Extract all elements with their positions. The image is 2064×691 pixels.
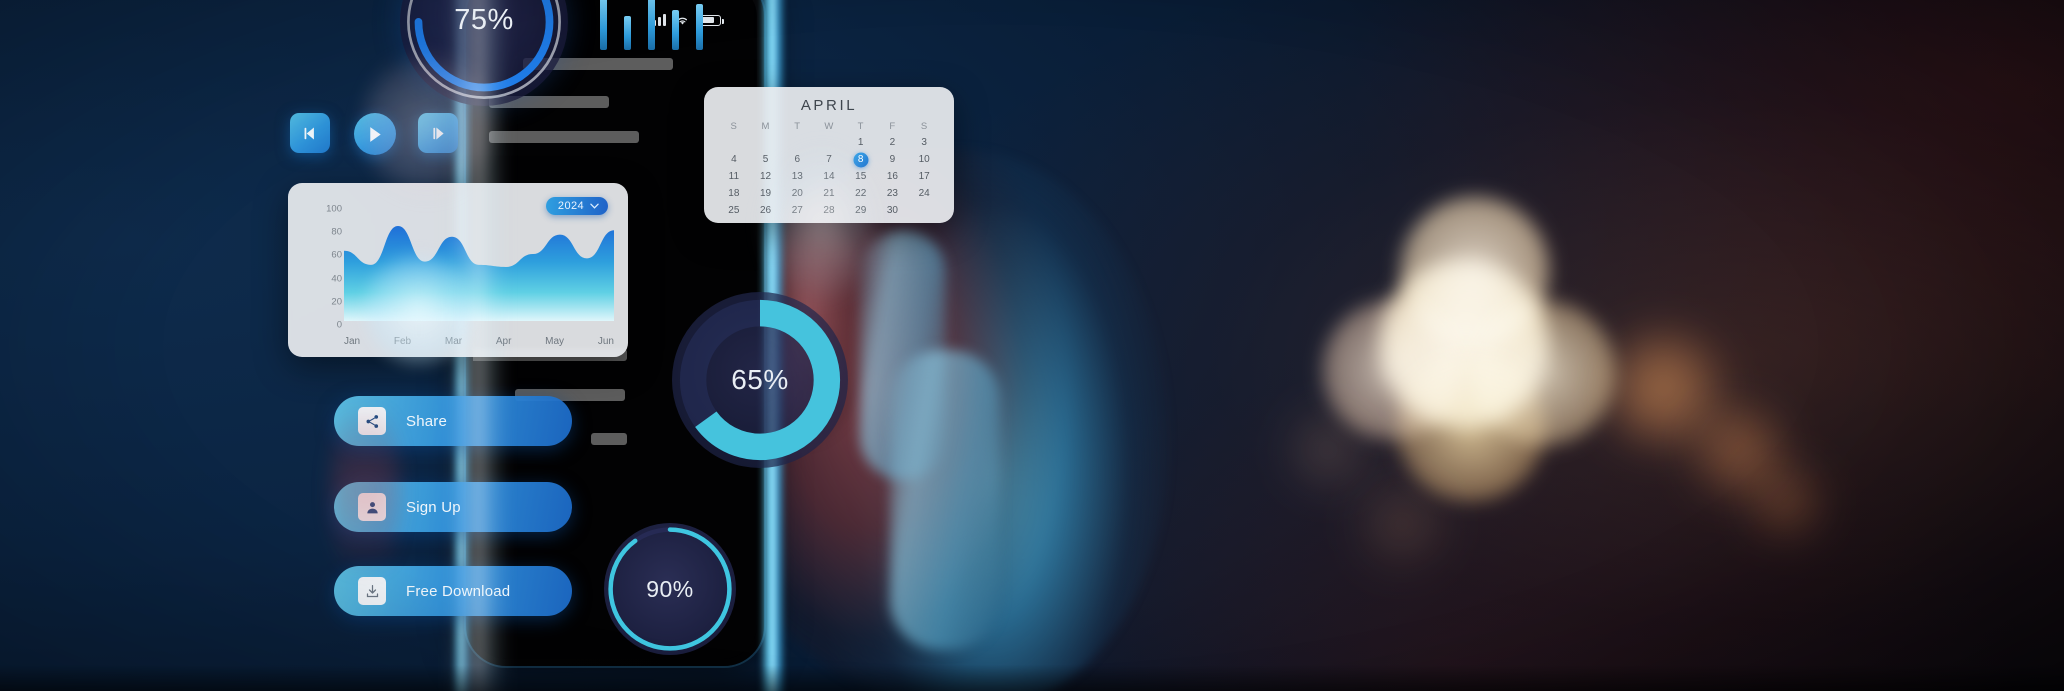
vignette xyxy=(0,0,2064,691)
hero-scene: APRIL SMTWTFS123456789101112131415161718… xyxy=(0,0,2064,691)
progress-ring-65-value: 65% xyxy=(731,364,789,395)
progress-ring-90-value: 90% xyxy=(646,575,694,602)
progress-ring-75-value: 75% xyxy=(454,3,514,36)
bottom-shade xyxy=(0,665,2064,691)
